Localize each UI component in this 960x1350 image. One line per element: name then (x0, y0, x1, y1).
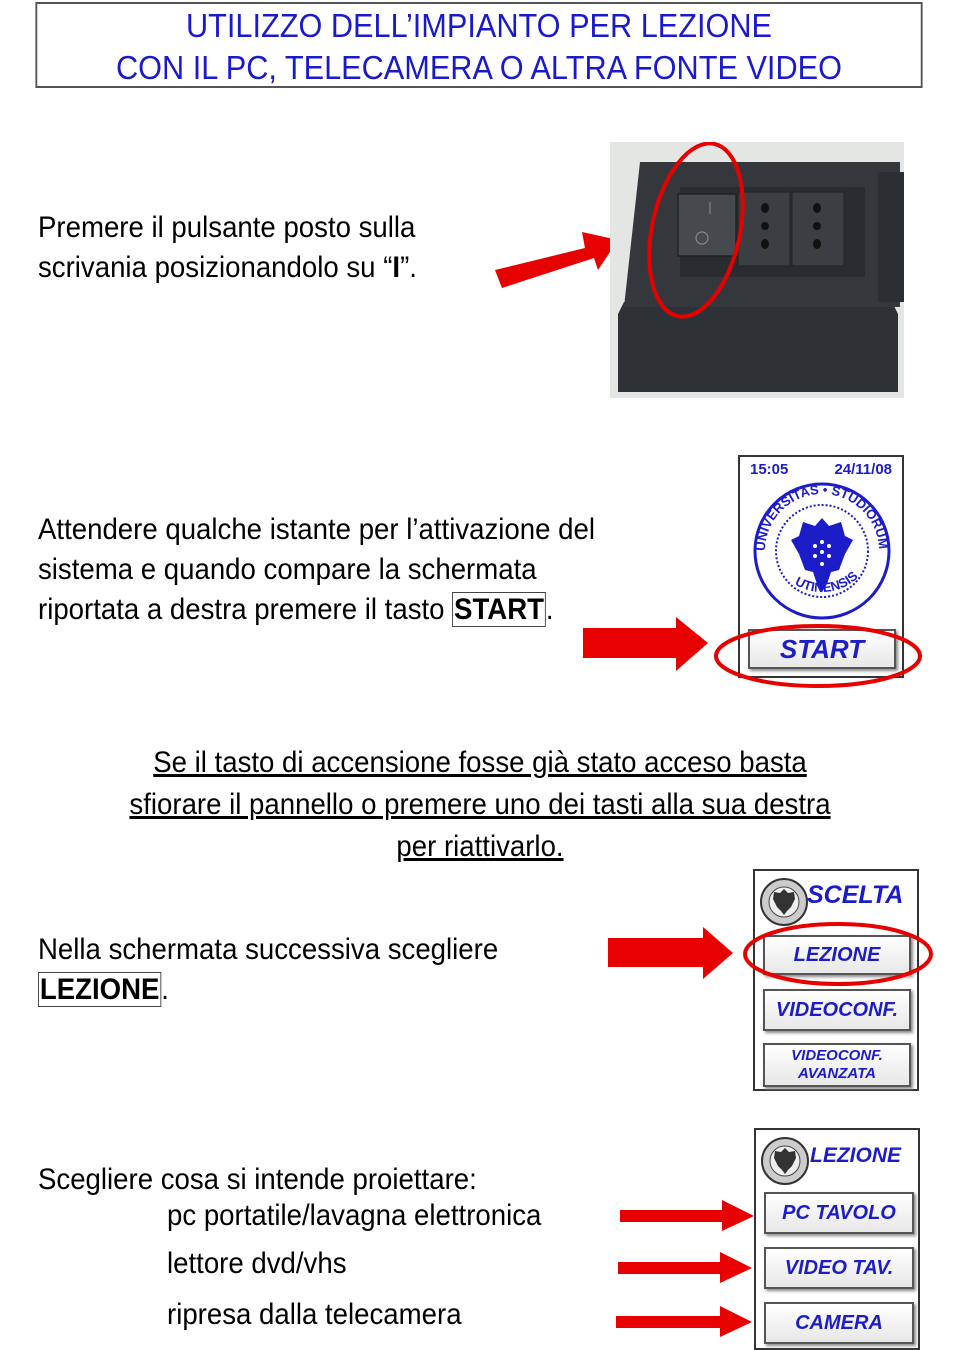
arrow-icon (608, 927, 733, 979)
arrow-icon (495, 232, 618, 288)
highlight-ellipse (743, 922, 933, 986)
step1-line-1: Premere il pulsante posto sulla (38, 211, 416, 244)
option-camera: ripresa dalla telecamera (167, 1298, 462, 1331)
university-seal-icon (761, 1137, 809, 1185)
arrow-icon (618, 1252, 752, 1283)
step2-line-3: riportata a destra premere il tasto STAR… (38, 592, 554, 627)
step4-intro: Scegliere cosa si intende proiettare: (38, 1163, 477, 1196)
step3-line-1: Nella schermata successiva scegliere (38, 933, 499, 966)
switch-position-label: I (392, 251, 401, 284)
step2-line-2: sistema e quando compare la schermata (38, 553, 537, 586)
highlight-ellipse (714, 624, 922, 688)
arrow-icon (616, 1306, 752, 1337)
videoconf-avanzata-button[interactable]: VIDEOCONF. AVANZATA (763, 1043, 911, 1087)
university-seal-icon: UNIVERSITAS • STUDIORUM • UTINENSIS (751, 480, 891, 620)
power-switch-image (610, 142, 904, 398)
lezione-key-label: LEZIONE (38, 972, 162, 1007)
power-switch-photo (610, 142, 904, 398)
arrow-icon (583, 617, 708, 671)
page-title: UTILIZZO DELL’IMPIANTO PER LEZIONE CON I… (35, 2, 923, 88)
video-tav-button[interactable]: VIDEO TAV. (764, 1247, 914, 1289)
start-key-label: START (452, 592, 546, 627)
videoconf-button[interactable]: VIDEOCONF. (763, 989, 911, 1031)
step1-text: Premere il pulsante posto sulla scrivani… (38, 208, 417, 288)
camera-button[interactable]: CAMERA (764, 1302, 914, 1344)
option-pc: pc portatile/lavagna elettronica (167, 1199, 542, 1232)
title-line-2: CON IL PC, TELECAMERA O ALTRA FONTE VIDE… (116, 49, 842, 86)
option-dvd: lettore dvd/vhs (167, 1247, 347, 1280)
reactivation-note: Se il tasto di accensione fosse già stat… (0, 742, 960, 868)
note-line-3: per riattivarlo. (396, 830, 564, 863)
step2-line-1: Attendere qualche istante per l’attivazi… (38, 513, 595, 546)
pc-tavolo-button[interactable]: PC TAVOLO (764, 1192, 914, 1234)
step1-line-2: scrivania posizionandolo su “I”. (38, 251, 417, 284)
step3-text: Nella schermata successiva scegliere LEZ… (38, 930, 498, 1010)
arrow-icon (620, 1200, 754, 1231)
title-line-1: UTILIZZO DELL’IMPIANTO PER LEZIONE (185, 7, 773, 44)
note-line-1: Se il tasto di accensione fosse già stat… (153, 746, 807, 779)
step3-line-2: LEZIONE. (38, 972, 169, 1007)
screen-time: 15:05 (750, 461, 789, 478)
choice-screen-header: SCELTA (807, 881, 904, 909)
screen-date: 24/11/08 (834, 461, 892, 478)
note-line-2: sfiorare il pannello o premere uno dei t… (129, 788, 831, 821)
step2-text: Attendere qualche istante per l’attivazi… (38, 510, 595, 630)
lesson-screen: LEZIONE PC TAVOLO VIDEO TAV. CAMERA (754, 1128, 920, 1350)
lesson-screen-header: LEZIONE (810, 1144, 902, 1167)
